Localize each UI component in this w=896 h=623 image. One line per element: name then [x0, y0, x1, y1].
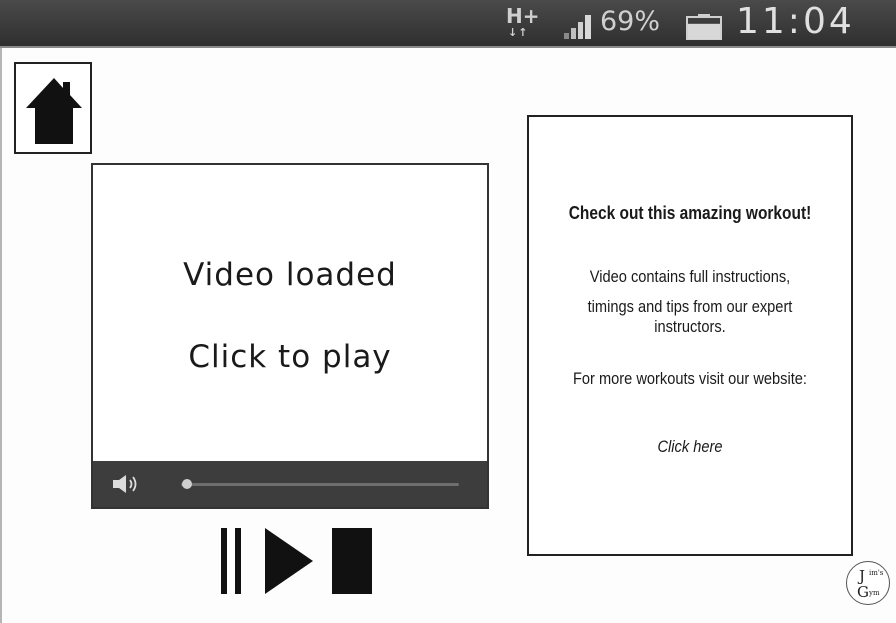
status-bar: H+ ↓↑ 69% 11:04	[0, 0, 896, 46]
left-border	[0, 48, 2, 623]
play-icon	[265, 528, 313, 594]
info-headline: Check out this amazing workout!	[568, 203, 812, 223]
info-body-line-2: timings and tips from our expert instruc…	[587, 297, 793, 336]
pause-icon-bar-right	[235, 528, 241, 594]
battery-percent: 69%	[600, 6, 661, 37]
pause-button[interactable]	[221, 528, 245, 594]
website-link[interactable]: Click here	[552, 437, 829, 457]
info-body-line-1: Video contains full instructions,	[589, 267, 791, 286]
video-progress-knob[interactable]	[182, 479, 192, 489]
signal-strength-icon	[564, 15, 591, 39]
status-clock: 11:04	[736, 1, 855, 42]
video-control-bar	[93, 461, 487, 507]
logo-letter-g: G	[857, 583, 869, 601]
speaker-icon[interactable]	[113, 474, 143, 494]
network-type: H+	[506, 4, 540, 28]
workout-info-panel: Check out this amazing workout! Video co…	[527, 115, 853, 556]
home-button[interactable]	[14, 62, 92, 154]
gym-logo: J im's G ym	[846, 561, 890, 605]
network-indicator: H+ ↓↑	[506, 4, 540, 42]
status-bar-divider	[0, 46, 896, 48]
video-progress-track[interactable]	[181, 483, 459, 486]
logo-text-ym: ym	[869, 589, 880, 597]
home-icon	[26, 78, 82, 144]
info-website-prompt: For more workouts visit our website:	[572, 369, 808, 388]
video-status-text: Video loaded	[183, 257, 397, 293]
app-screen: H+ ↓↑ 69% 11:04 Video loaded Click to pl…	[0, 0, 896, 623]
logo-text-ims: im's	[869, 569, 884, 577]
data-activity-arrows: ↓↑	[508, 26, 529, 39]
video-player[interactable]: Video loaded Click to play	[91, 163, 489, 509]
video-screen[interactable]: Video loaded Click to play	[93, 165, 487, 460]
play-button[interactable]	[265, 528, 313, 594]
video-play-prompt: Click to play	[188, 339, 392, 375]
battery-icon	[686, 14, 722, 40]
pause-icon-bar-left	[221, 528, 227, 594]
stop-button[interactable]	[332, 528, 372, 594]
